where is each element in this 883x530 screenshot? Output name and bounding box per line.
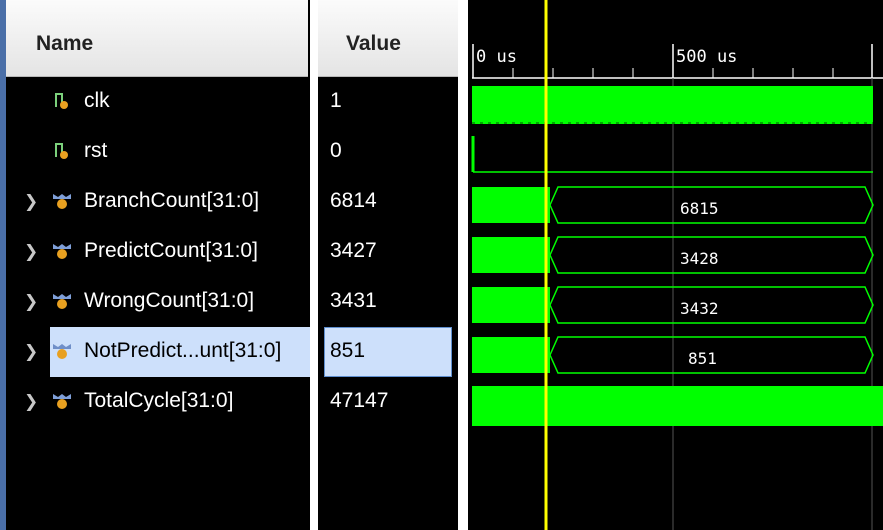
- name-column-label: Name: [36, 32, 94, 55]
- panel-divider[interactable]: [458, 0, 468, 530]
- signal-name: NotPredict...unt[31:0]: [84, 339, 282, 362]
- waveform-canvas: [471, 0, 883, 530]
- waveform-panel[interactable]: 0 us 500 us 6815 3428 3432 851: [468, 0, 883, 530]
- signal-value: 0: [330, 139, 342, 162]
- signal-value: 3427: [330, 239, 377, 262]
- signal-value: 6814: [330, 189, 377, 212]
- signal-value-panel: Value 1 0 6814 3427 3431 851 47147: [318, 0, 458, 530]
- bus-signal-icon: [53, 344, 71, 359]
- bus-signal-icon: [53, 394, 71, 409]
- bus-value-predictcount: 3428: [680, 249, 719, 268]
- bus-signal-icon: [53, 194, 71, 209]
- value-cell[interactable]: 3427: [318, 227, 458, 277]
- bit-signal-icon: [55, 93, 68, 109]
- value-column-header[interactable]: Value: [318, 0, 458, 77]
- value-cell[interactable]: 47147: [318, 377, 458, 427]
- column-divider[interactable]: [310, 0, 318, 530]
- signal-name: BranchCount[31:0]: [84, 189, 260, 212]
- signal-value: 851: [330, 339, 366, 362]
- signal-name: rst: [84, 139, 108, 162]
- chevron-right-icon[interactable]: ❯: [24, 392, 38, 412]
- tick-label-500: 500 us: [676, 47, 738, 67]
- signal-value: 1: [330, 89, 342, 112]
- signal-name: TotalCycle[31:0]: [84, 389, 234, 412]
- bus-signal-icon: [53, 294, 71, 309]
- value-cell[interactable]: 1: [318, 77, 458, 127]
- bus-value-notpredictcount: 851: [688, 349, 717, 368]
- signal-value: 3431: [330, 289, 377, 312]
- name-column-header[interactable]: Name: [6, 0, 308, 77]
- value-cell[interactable]: 0: [318, 127, 458, 177]
- chevron-right-icon[interactable]: ❯: [24, 342, 38, 362]
- value-cell[interactable]: 3431: [318, 277, 458, 327]
- signal-name: PredictCount[31:0]: [84, 239, 258, 262]
- tick-label-0: 0 us: [476, 47, 517, 67]
- signal-name: WrongCount[31:0]: [84, 289, 255, 312]
- bus-value-wrongcount: 3432: [680, 299, 719, 318]
- value-cell-selected[interactable]: 851: [318, 327, 458, 377]
- chevron-right-icon[interactable]: ❯: [24, 192, 38, 212]
- wave-clk: [472, 86, 873, 124]
- signal-value: 47147: [330, 389, 389, 412]
- chevron-right-icon[interactable]: ❯: [24, 242, 38, 262]
- wave-totalcycle: [472, 386, 883, 426]
- bit-signal-icon: [55, 143, 68, 159]
- signal-name: clk: [84, 89, 110, 112]
- value-column-label: Value: [346, 32, 401, 55]
- chevron-right-icon[interactable]: ❯: [24, 292, 38, 312]
- bus-value-branchcount: 6815: [680, 199, 719, 218]
- bus-signal-icon: [53, 244, 71, 259]
- value-cell[interactable]: 6814: [318, 177, 458, 227]
- signal-name-panel: Name clk rst ❯ BranchCount[31:0] ❯ Predi…: [6, 0, 312, 530]
